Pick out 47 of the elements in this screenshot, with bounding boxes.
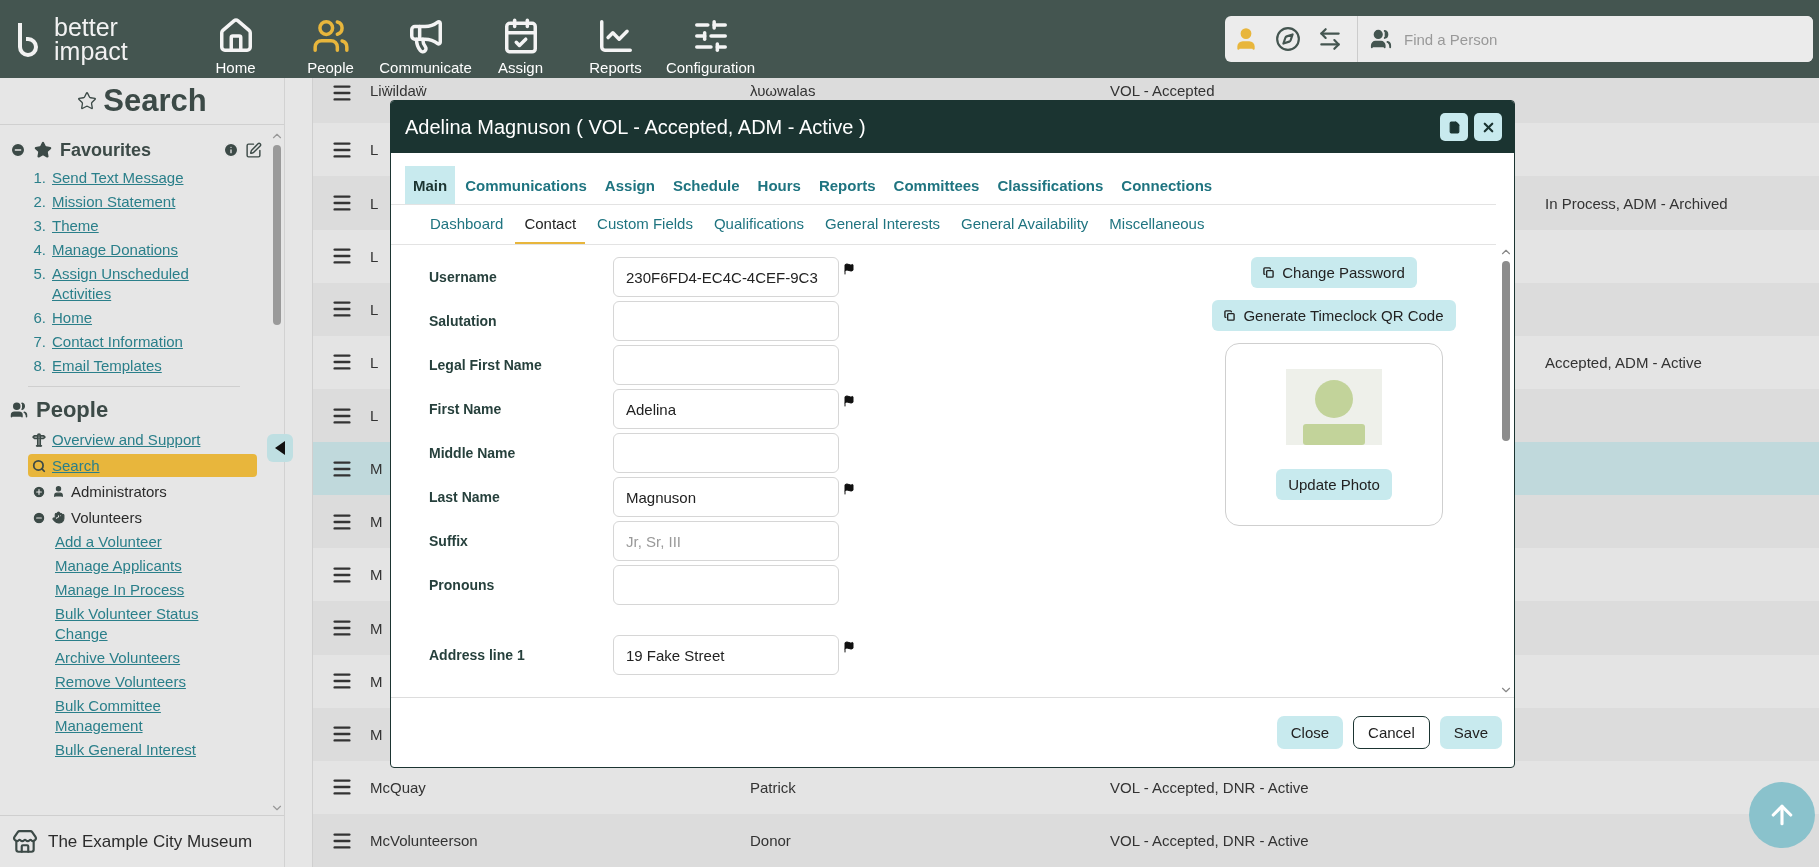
field-label: Last Name — [429, 489, 501, 505]
table-cell: VOL - Accepted, DNR - Active — [1110, 778, 1309, 796]
table-cell: λυωwalas — [750, 82, 816, 99]
table-cell: VOL - Accepted — [1110, 82, 1215, 99]
item-number: 2. — [32, 192, 46, 212]
page-title: Search — [103, 83, 207, 119]
table-cell: Accepted, ADM - Active — [1545, 353, 1702, 371]
dialog-title: Adelina Magnuson ( VOL - Accepted, ADM - Active ) — [405, 115, 867, 139]
section-title: People — [36, 397, 109, 423]
table-cell: Liẅildaẅ — [370, 82, 427, 99]
table-cell: McVolunteerson — [370, 832, 478, 849]
table-cell: Patrick — [750, 778, 796, 796]
item-number: 1. — [32, 168, 46, 188]
table-cell: L — [370, 141, 379, 159]
field-label: Suffix — [429, 533, 469, 549]
table-cell: L — [370, 247, 379, 265]
field-label: First Name — [429, 401, 503, 417]
item-number: 3. — [32, 216, 46, 236]
table-cell: M — [370, 619, 383, 637]
table-cell: VOL - Accepted, DNR - Active — [1110, 832, 1309, 849]
table-cell: In Process, ADM - Archived — [1545, 194, 1728, 212]
field-label: Middle Name — [429, 445, 517, 461]
field-label: Username — [429, 269, 498, 285]
table-cell: McQuay — [370, 778, 426, 796]
table-cell: M — [370, 460, 383, 478]
table-cell: L — [370, 194, 379, 212]
table-cell: L — [370, 300, 379, 318]
field-label: Pronouns — [429, 577, 496, 593]
logo-text: better — [54, 15, 119, 39]
logo-text: impact — [54, 39, 128, 63]
field-label: Legal First Name — [429, 357, 543, 373]
field-label: Address line 1 — [429, 647, 526, 663]
table-cell: Donor — [750, 832, 791, 849]
table-cell: L — [370, 353, 379, 371]
table-cell: M — [370, 566, 383, 584]
item-number: 4. — [32, 240, 46, 260]
table-cell: M — [370, 725, 383, 743]
item-number: 6. — [32, 308, 46, 328]
item-number: 7. — [32, 332, 46, 352]
item-number: 8. — [32, 356, 46, 376]
section-title: Favourites — [60, 139, 152, 161]
table-cell: M — [370, 513, 383, 531]
table-cell: L — [370, 407, 379, 424]
table-cell: M — [370, 672, 383, 690]
item-number: 5. — [32, 264, 46, 284]
organization-name: The Example City Museum — [48, 831, 253, 852]
field-label: Salutation — [429, 313, 498, 329]
